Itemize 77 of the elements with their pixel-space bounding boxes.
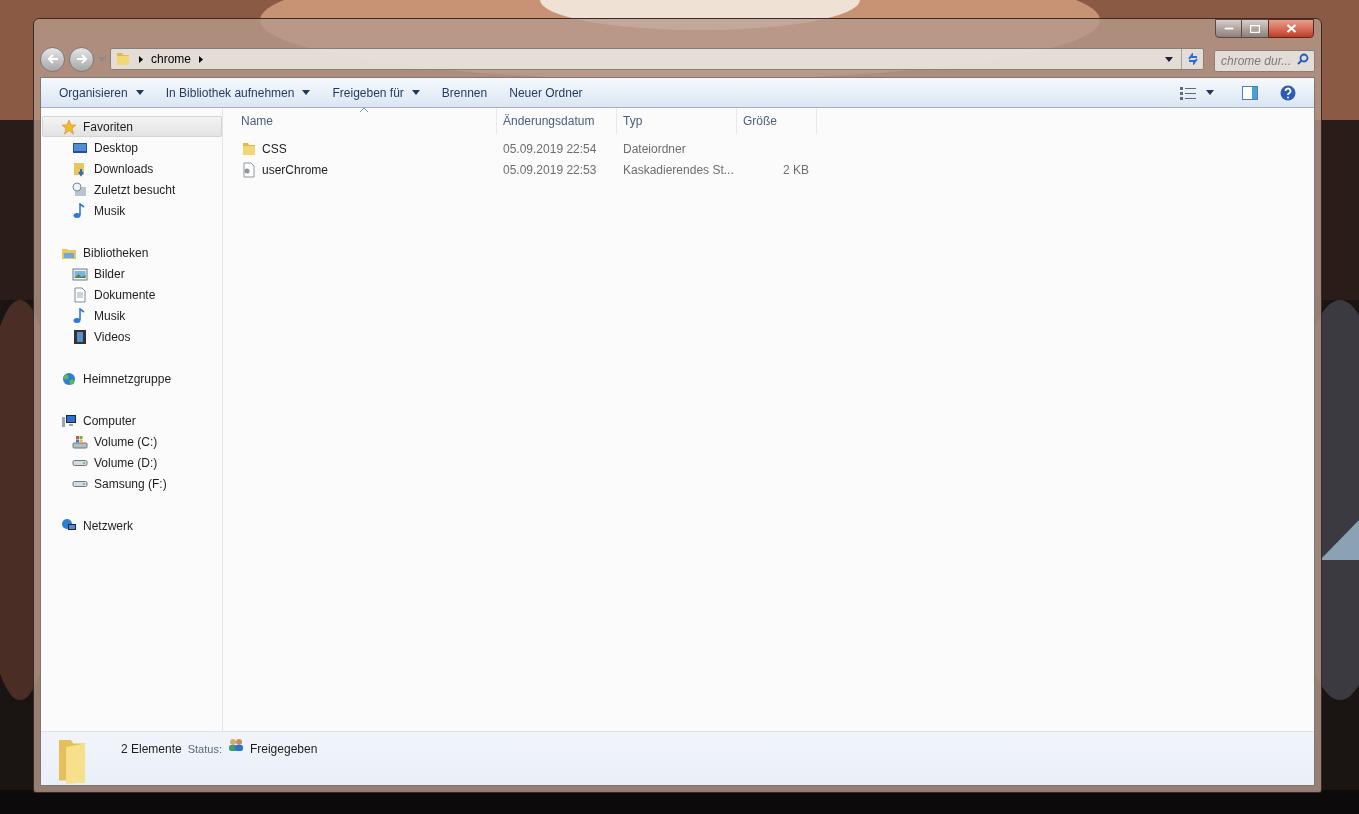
back-arrow-icon [46,54,59,64]
refresh-icon [1186,53,1199,65]
image-icon [72,265,88,282]
sidebar-item[interactable]: Desktop [42,137,222,158]
toolbar-button[interactable]: Brennen [431,80,498,105]
item-count: 2 Elemente [121,741,182,758]
folder-icon [115,51,131,67]
chevron-icon [199,55,203,63]
table-cell-text: 05.09.2019 22:53 [502,161,598,179]
sidebar-item[interactable]: Favoriten [42,116,222,137]
file-icon [241,161,257,178]
sidebar-item[interactable]: Dokumente [42,284,222,305]
forward-arrow-icon [75,54,88,64]
sidebar-item[interactable]: Volume (C:) [42,431,222,452]
address-bar[interactable]: chrome [110,48,1204,70]
sidebar-item[interactable]: Musik [42,200,222,221]
close-button[interactable] [1268,19,1314,38]
sidebar-item[interactable]: Zuletzt besucht [42,179,222,200]
toolbar-button[interactable]: Organisieren [49,80,154,105]
maximize-icon [1250,24,1260,33]
globe-icon [61,370,77,387]
computer-icon [61,412,77,429]
film-icon [72,328,88,345]
sidebar-item[interactable]: Netzwerk [42,515,222,536]
table-cell-text: 2 KB [782,161,810,179]
back-button[interactable] [40,46,65,72]
close-icon [1285,24,1297,33]
breadcrumb[interactable]: chrome [151,50,191,68]
minimize-button[interactable] [1215,19,1242,38]
maximize-button[interactable] [1242,19,1268,38]
sidebar-item[interactable]: Musik [42,305,222,326]
toolbar-button[interactable]: Neuer Ordner [499,80,593,105]
caret-icon [411,90,420,95]
caret-icon [1165,56,1173,62]
caret-icon [98,56,106,62]
caret-icon [1206,90,1214,95]
drive-icon [72,433,88,450]
caret-icon [135,90,144,95]
toolbar-button[interactable]: Freigeben für [322,80,430,105]
document-icon [72,286,88,303]
users-icon [227,738,244,752]
preview-pane-icon [1242,85,1258,100]
sidebar-item[interactable]: Heimnetzgruppe [42,368,222,389]
minimize-icon [1223,27,1234,30]
status-value: Freigegeben [249,741,318,758]
sidebar-item[interactable]: Downloads [42,158,222,179]
help-icon [1280,84,1296,101]
file-name: userChrome [262,161,329,179]
sidebar-item[interactable]: Samsung (F:) [42,473,222,494]
folder-icon [241,140,257,157]
column-header[interactable]: Name [235,108,497,134]
sidebar-item[interactable]: Videos [42,326,222,347]
sidebar-item[interactable]: Bibliotheken [42,242,222,263]
table-cell-text: Kaskadierendes St... [622,161,735,179]
chevron-icon [139,55,143,63]
toolbar-button[interactable]: In Bibliothek aufnehmen [155,80,321,105]
folder-icon [59,739,85,784]
caret-icon [302,90,311,95]
column-header[interactable]: Typ [617,108,737,134]
table-cell-text: Dateiordner [622,140,687,158]
table-cell-text: 05.09.2019 22:54 [502,140,598,158]
column-header[interactable]: Größe [737,108,817,134]
sidebar-item[interactable]: Bilder [42,263,222,284]
drive-icon [72,480,88,487]
star-icon [61,118,77,135]
status-label: Status: [187,742,222,757]
forward-button[interactable] [69,46,94,72]
file-row[interactable]: CSS 05.09.2019 22:54 Dateiordner [235,138,1314,159]
details-view-icon [1180,85,1196,100]
column-header[interactable]: Änderungsdatum [497,108,617,134]
drive-icon [72,459,88,466]
sidebar-item[interactable]: Volume (D:) [42,452,222,473]
search-field[interactable]: chrome dur... [1214,50,1315,72]
file-row[interactable]: userChrome 05.09.2019 22:53 Kaskadierendes St... 2 KB [235,159,1314,180]
file-name: CSS [262,140,287,158]
search-icon [1297,53,1309,65]
sidebar-item[interactable]: Computer [42,410,222,431]
